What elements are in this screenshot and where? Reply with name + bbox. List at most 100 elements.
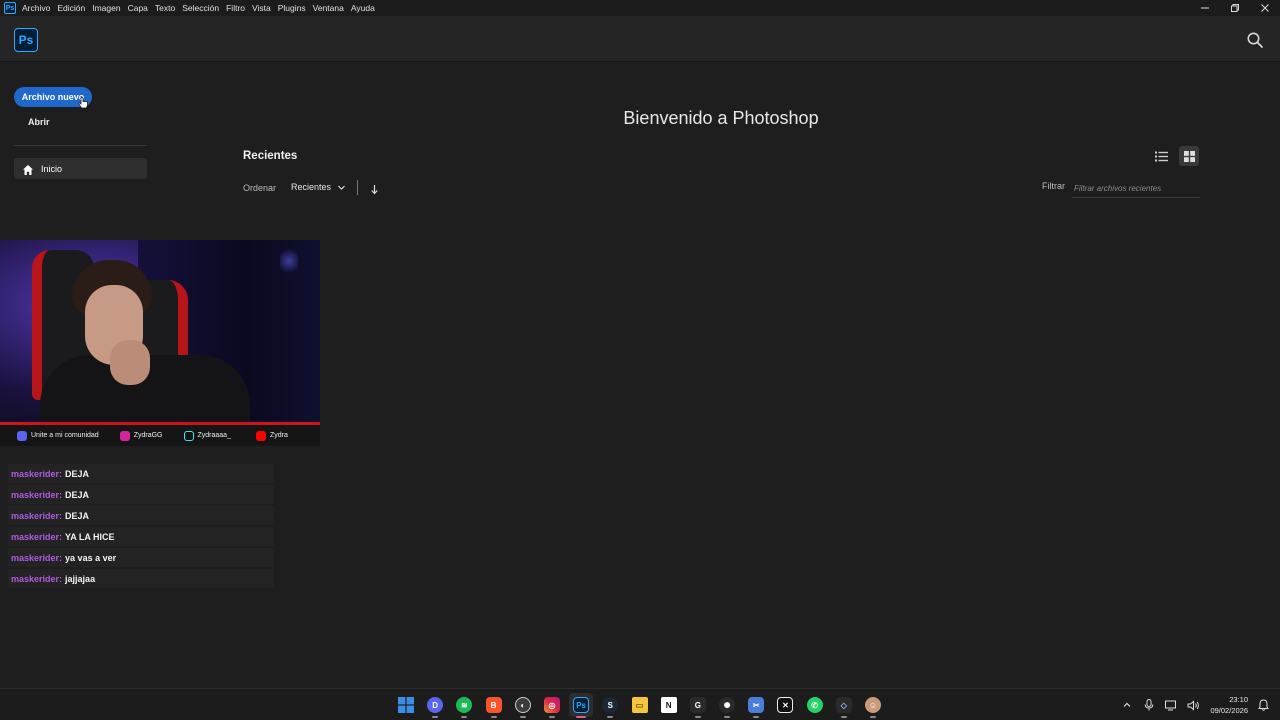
- discord-icon[interactable]: D: [423, 693, 447, 718]
- menu-plugins[interactable]: Plugins: [278, 3, 306, 13]
- g-hub-icon[interactable]: G: [686, 693, 710, 718]
- chat-text: DEJA: [65, 489, 90, 500]
- social-discord: Unite a mi comunidad: [17, 430, 99, 441]
- sort-divider: [357, 180, 358, 195]
- list-view-icon[interactable]: [1152, 147, 1171, 165]
- chat-username: maskerider: [11, 468, 60, 479]
- file-explorer-icon[interactable]: ▭: [628, 693, 652, 717]
- chat-message: maskerider: ya vas a ver: [8, 548, 274, 567]
- chat-username: maskerider: [11, 510, 60, 521]
- chat-message: maskerider: YA LA HICE: [8, 527, 274, 546]
- social-label: Unite a mi comunidad: [31, 432, 99, 439]
- social-instagram: ZydraGG: [119, 430, 163, 441]
- chat-text: DEJA: [65, 468, 90, 479]
- menu-bar: Ps Archivo Edición Imagen Capa Texto Sel…: [0, 0, 1280, 16]
- menu-ayuda[interactable]: Ayuda: [351, 3, 375, 13]
- photoshop-logo[interactable]: Ps: [14, 28, 38, 52]
- brave-icon[interactable]: B: [482, 693, 506, 718]
- obs-studio-icon[interactable]: ◐: [511, 693, 535, 718]
- spotify-icon[interactable]: ≋: [452, 693, 476, 718]
- chat-overlay: maskerider: DEJA maskerider: DEJA maskerid…: [8, 464, 274, 590]
- chat-text: jajjajaa: [65, 573, 96, 584]
- menu-vista[interactable]: Vista: [252, 3, 271, 13]
- instagram-icon[interactable]: ◎: [540, 693, 564, 718]
- menu-filtro[interactable]: Filtro: [226, 3, 245, 13]
- close-icon[interactable]: [1250, 0, 1280, 16]
- notifications-icon[interactable]: [1256, 698, 1270, 712]
- youtube-icon: [255, 430, 266, 441]
- streamer-hand: [110, 340, 150, 385]
- chat-message: maskerider: DEJA: [8, 485, 274, 504]
- chat-text: DEJA: [65, 510, 90, 521]
- microphone-icon[interactable]: [1142, 698, 1156, 712]
- chat-text: ya vas a ver: [65, 552, 117, 563]
- social-label: Zydraaaa_: [197, 432, 231, 439]
- social-youtube: Zydra: [255, 430, 288, 441]
- chevron-down-icon: [337, 183, 346, 192]
- hand-cursor-icon: [78, 96, 88, 109]
- sidebar-item-inicio[interactable]: Inicio: [14, 158, 147, 179]
- search-icon[interactable]: [1246, 31, 1264, 49]
- sort-dropdown-value: Recientes: [291, 182, 332, 192]
- home-icon: [22, 163, 34, 175]
- windows-taskbar: D ≋ B ◐ ◎ Ps S ▭ N G ✺ ✂ ✕ ✆ ◇ ☺ 23:10 0…: [0, 688, 1280, 720]
- social-label: Zydra: [269, 432, 288, 439]
- filter-input[interactable]: [1072, 180, 1200, 198]
- chat-message: maskerider: jajjajaa: [8, 569, 274, 588]
- steam-icon[interactable]: S: [598, 693, 622, 718]
- system-clock[interactable]: 23:10 09/02/2026: [1210, 694, 1248, 716]
- social-tiktok: Zydraaaa_: [183, 430, 231, 441]
- whatsapp-icon[interactable]: ✆: [803, 693, 827, 717]
- chat-username: maskerider: [11, 573, 60, 584]
- open-button[interactable]: Abrir: [28, 117, 50, 127]
- steelseries-icon[interactable]: ✺: [715, 693, 739, 718]
- webcam-light: [280, 246, 298, 276]
- menu-capa[interactable]: Capa: [128, 3, 148, 13]
- system-tray: 23:10 09/02/2026: [1112, 693, 1270, 717]
- sort-dropdown[interactable]: Recientes: [291, 182, 346, 192]
- browser-profile-icon[interactable]: ☺: [861, 693, 885, 718]
- notion-icon[interactable]: N: [657, 693, 681, 717]
- social-label: ZydraGG: [133, 432, 163, 439]
- menu-seleccion[interactable]: Selección: [182, 3, 219, 13]
- menu-archivo[interactable]: Archivo: [22, 3, 50, 13]
- menu-edicion[interactable]: Edición: [57, 3, 85, 13]
- instagram-icon: [119, 430, 130, 441]
- chat-username: maskerider: [11, 489, 60, 500]
- capcut-icon[interactable]: ✕: [773, 693, 797, 717]
- recents-heading: Recientes: [243, 150, 298, 162]
- chevron-up-icon[interactable]: [1120, 698, 1134, 712]
- filter-label: Filtrar: [1042, 181, 1065, 191]
- chat-message: maskerider: DEJA: [8, 464, 274, 483]
- welcome-title: Bienvenido a Photoshop: [623, 108, 819, 128]
- taskbar-apps: D ≋ B ◐ ◎ Ps S ▭ N G ✺ ✂ ✕ ✆ ◇ ☺: [394, 693, 890, 718]
- restore-icon[interactable]: [1220, 0, 1250, 16]
- app-launcher-icon[interactable]: ◇: [832, 693, 856, 718]
- chat-username: maskerider: [11, 531, 60, 542]
- menu-ventana[interactable]: Ventana: [313, 3, 344, 13]
- snipping-tool-icon[interactable]: ✂: [744, 693, 768, 718]
- discord-icon: [17, 430, 27, 441]
- windows-start-icon[interactable]: [394, 693, 418, 717]
- window-controls: [1190, 0, 1280, 16]
- sort-direction-arrow-icon[interactable]: [370, 182, 379, 195]
- network-icon[interactable]: [1164, 698, 1178, 712]
- minimize-icon[interactable]: [1190, 0, 1220, 16]
- chat-text: YA LA HICE: [65, 531, 115, 542]
- sidebar-divider: [14, 145, 147, 146]
- social-links-bar: Unite a mi comunidad ZydraGG Zydraaaa_ Z…: [0, 425, 320, 446]
- tiktok-icon: [183, 430, 194, 441]
- menu-imagen[interactable]: Imagen: [92, 3, 120, 13]
- sort-label: Ordenar: [243, 183, 277, 193]
- menu-texto[interactable]: Texto: [155, 3, 175, 13]
- vertical-scrollbar[interactable]: [1268, 62, 1280, 687]
- chat-message: maskerider: DEJA: [8, 506, 274, 525]
- clock-time: 23:10: [1229, 695, 1248, 704]
- grid-view-icon[interactable]: [1179, 146, 1199, 166]
- webcam-overlay: [0, 240, 320, 425]
- volume-icon[interactable]: [1186, 698, 1200, 712]
- clock-date: 09/02/2026: [1210, 706, 1248, 715]
- photoshop-icon[interactable]: Ps: [569, 693, 594, 718]
- app-header: Ps: [0, 16, 1280, 62]
- sidebar-item-label: Inicio: [41, 163, 63, 174]
